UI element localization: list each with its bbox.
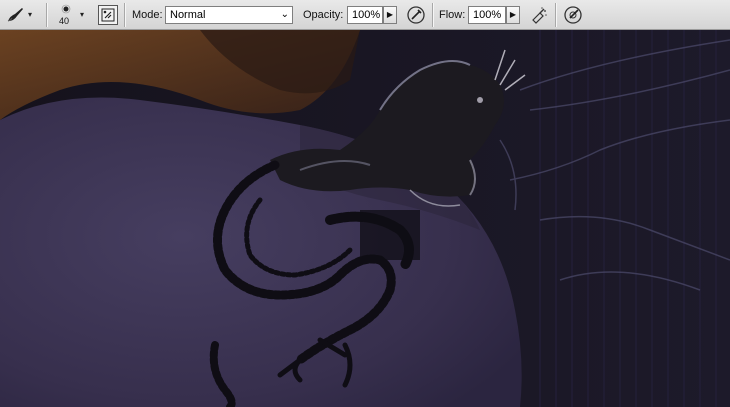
document-canvas[interactable] — [0, 30, 730, 407]
brush-icon — [7, 8, 23, 22]
separator — [432, 3, 434, 27]
tablet-pressure-size-button[interactable] — [562, 4, 584, 26]
opacity-label: Opacity: — [303, 9, 344, 21]
tablet-pressure-size-icon — [564, 6, 582, 24]
separator — [46, 3, 48, 27]
brush-tool-preset-picker[interactable] — [4, 4, 26, 26]
brush-preset-picker[interactable]: 40 — [55, 3, 77, 27]
separator — [555, 3, 557, 27]
opacity-input[interactable]: 100% — [347, 6, 383, 24]
blend-mode-select[interactable]: Normal ⌄ — [165, 6, 293, 24]
separator — [124, 3, 126, 27]
flow-input[interactable]: 100% — [468, 6, 506, 24]
brush-size-value: 40 — [59, 16, 70, 26]
tablet-pressure-opacity-icon — [407, 6, 425, 24]
blend-mode-value: Normal — [170, 9, 206, 21]
chevron-down-icon: ⌄ — [280, 9, 289, 20]
tablet-pressure-opacity-button[interactable] — [405, 4, 427, 26]
brush-panel-toggle-icon — [101, 8, 115, 22]
options-bar: ▾ 40 ▾ Mode: Normal ⌄ Opacity: 100% ▶ Fl… — [0, 0, 730, 30]
mode-label: Mode: — [132, 9, 163, 21]
airbrush-icon — [532, 7, 547, 24]
opacity-slider-button[interactable]: ▶ — [383, 6, 397, 24]
flow-slider-button[interactable]: ▶ — [506, 6, 520, 24]
airbrush-button[interactable] — [528, 4, 550, 26]
brush-preset-icon — [61, 4, 71, 14]
canvas-image — [0, 30, 730, 407]
brush-tool-dropdown-arrow[interactable]: ▾ — [28, 10, 32, 19]
flow-label: Flow: — [439, 9, 466, 21]
brush-preset-dropdown-arrow[interactable]: ▾ — [80, 10, 84, 19]
toggle-brush-panel-button[interactable] — [98, 5, 118, 25]
